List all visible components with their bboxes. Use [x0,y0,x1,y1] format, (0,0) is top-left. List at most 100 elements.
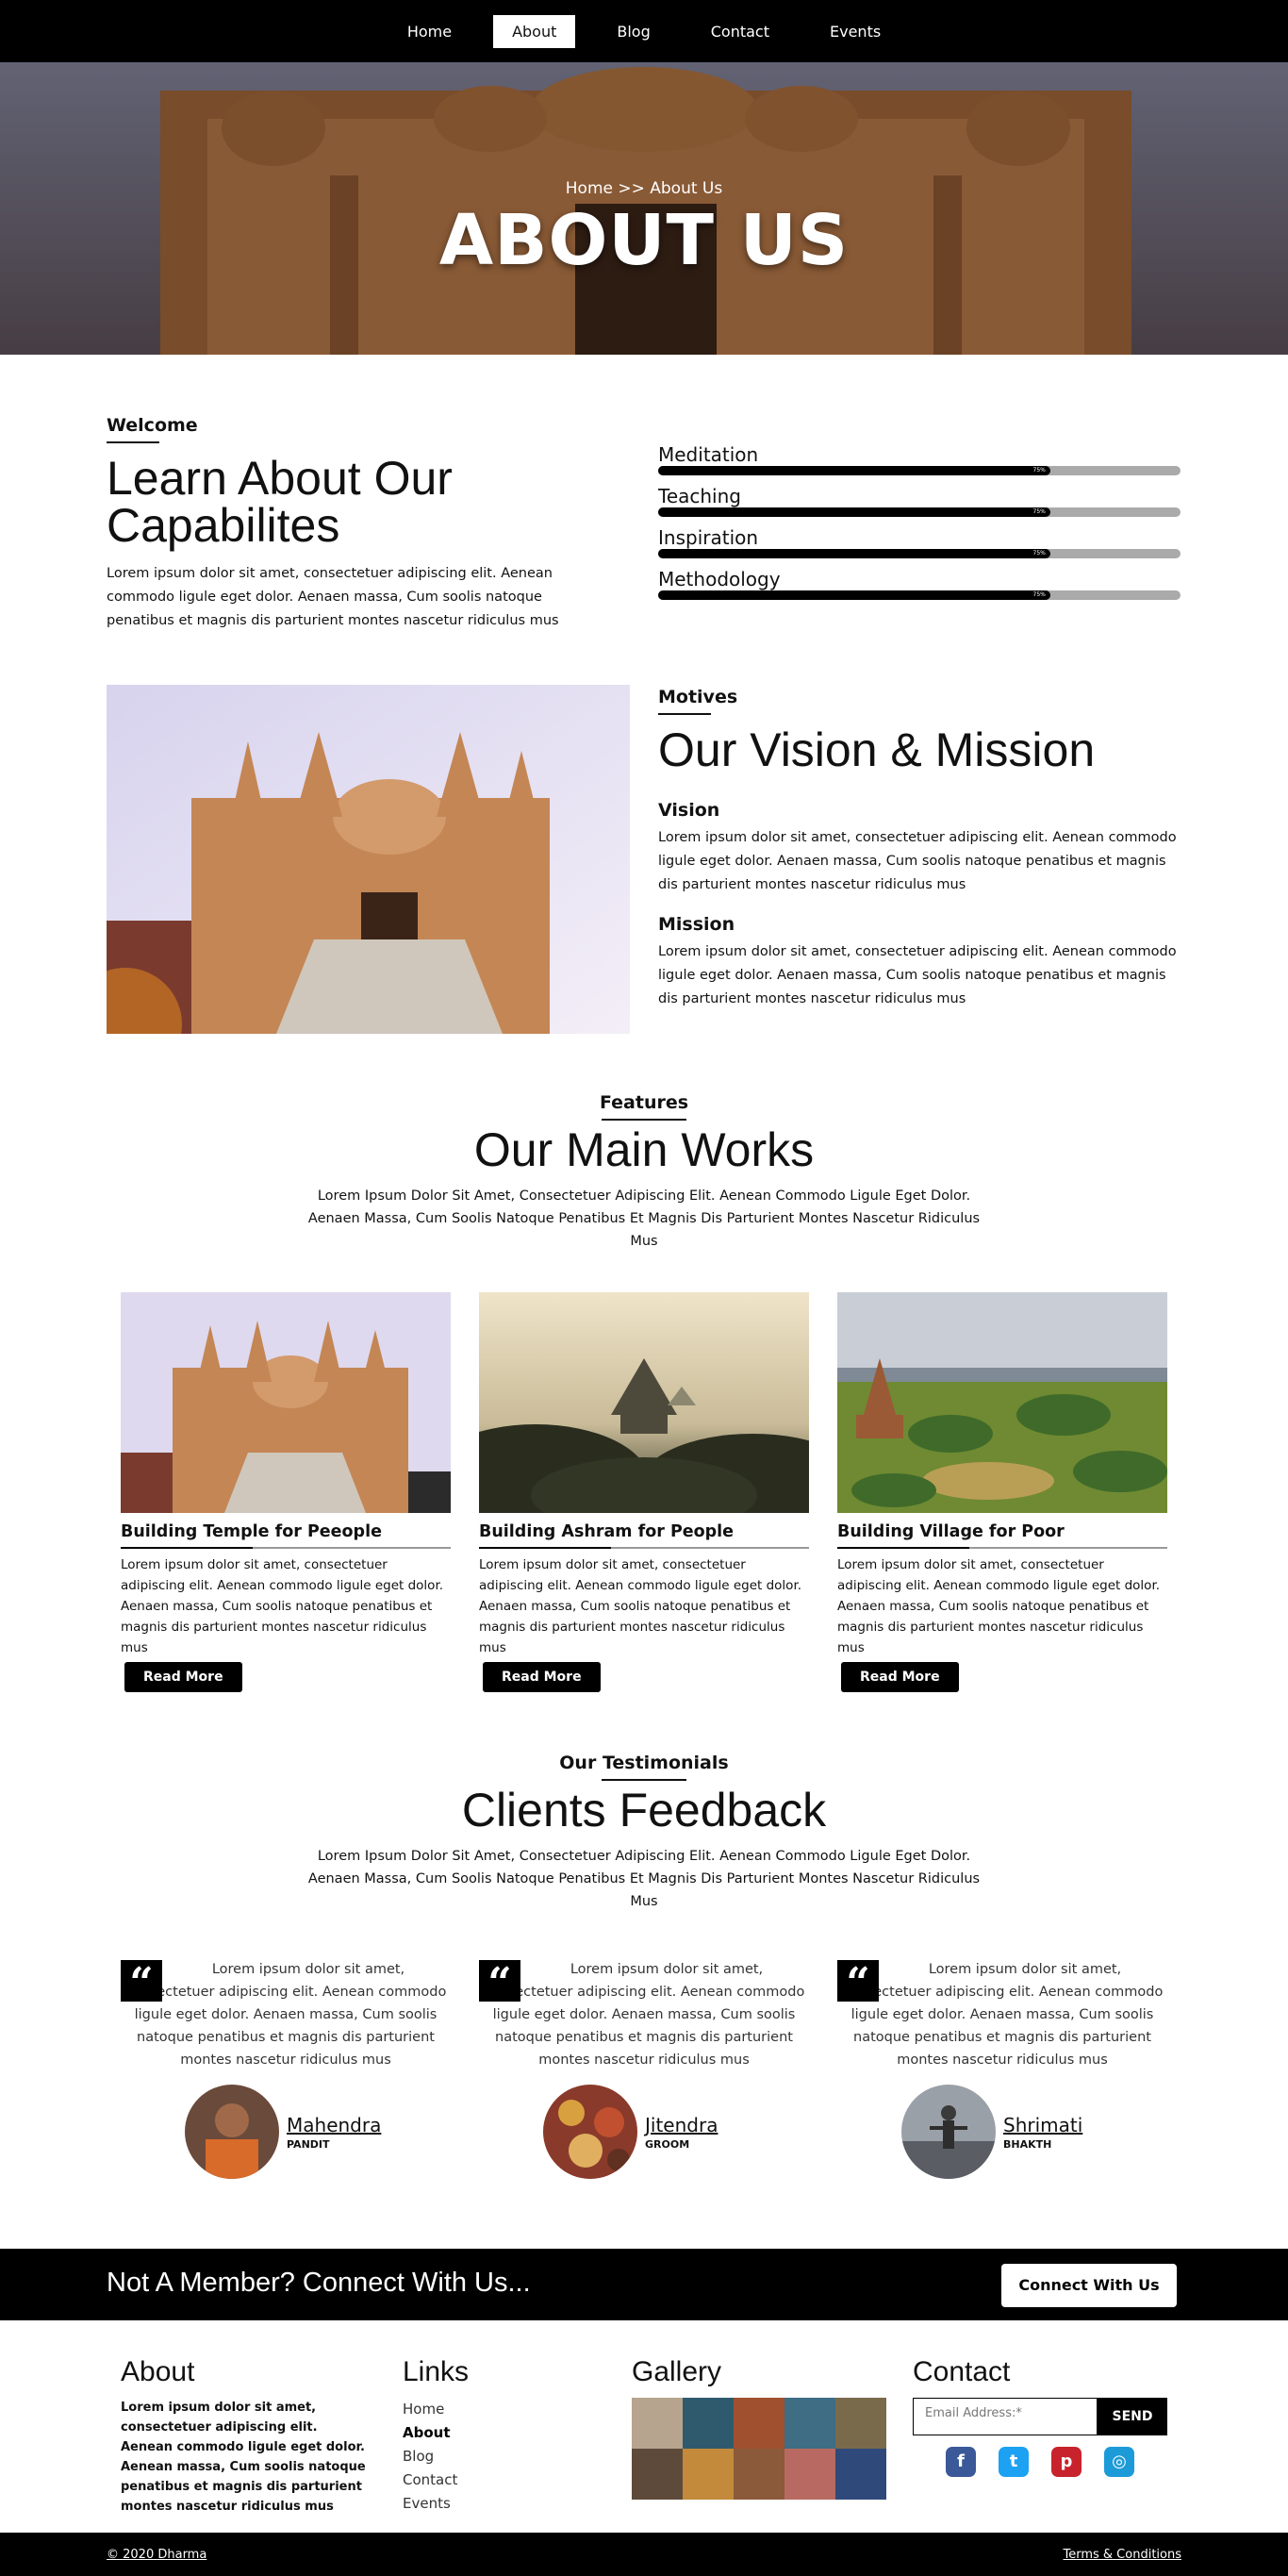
send-button[interactable]: SEND [1098,2398,1167,2435]
nav-home[interactable]: Home [388,15,471,48]
page-title: ABOUT US [438,200,850,281]
gallery-thumb[interactable] [835,2449,886,2500]
welcome-section: Welcome Learn About Our Capabilites Lore… [107,415,597,633]
read-more-button[interactable]: Read More [841,1662,959,1692]
motives-title: Our Vision & Mission [658,723,1096,776]
mission-text: Lorem ipsum dolor sit amet, consectetuer… [658,944,1177,1006]
read-more-button[interactable]: Read More [124,1662,242,1692]
gallery-thumb[interactable] [835,2398,886,2449]
testimonial-text: Lorem ipsum dolor sit amet, consectetuer… [841,1962,1164,2068]
footer-gallery-title: Gallery [632,2356,722,2387]
gallery-grid [632,2398,886,2500]
gallery-thumb[interactable] [632,2449,683,2500]
testimonial-role: PANDIT [287,2137,330,2151]
testimonial-person: Jitendra GROOM [543,2085,809,2179]
breadcrumb[interactable]: Home >> About Us [0,179,1288,198]
gallery-thumb[interactable] [632,2398,683,2449]
gallery-thumb[interactable] [784,2449,835,2500]
progress-bar: 75% [658,466,1181,475]
kicker-underline [658,713,711,715]
footer-about: About Lorem ipsum dolor sit amet, consec… [121,2356,366,2517]
card-underline [479,1547,809,1549]
footer-link-home[interactable]: Home [403,2398,553,2421]
footer-link-about[interactable]: About [403,2421,553,2445]
testimonials-kicker: Our Testimonials [559,1753,729,1773]
testimonial-cards: “ Lorem ipsum dolor sit amet, consectetu… [121,1958,1167,2179]
feature-card: Building Village for Poor Lorem ipsum do… [837,1292,1167,1692]
testimonials-header: Our Testimonials Clients Feedback Lorem … [0,1753,1288,1913]
avatar [185,2085,279,2179]
testimonial-name[interactable]: Mahendra [287,2114,381,2136]
progress-percent: 75% [1032,591,1046,598]
progress-bar: 75% [658,507,1181,517]
avatar [901,2085,996,2179]
footer: About Lorem ipsum dolor sit amet, consec… [0,2320,1288,2533]
card-text: Lorem ipsum dolor sit amet, consectetuer… [121,1557,444,1655]
nav-contact[interactable]: Contact [692,15,788,48]
testimonial-role: GROOM [645,2137,690,2151]
footer-contact: Contact Email Address:* SEND f t p ◎ [913,2356,1169,2477]
terms-link[interactable]: Terms & Conditions [1064,2548,1182,2562]
footer-about-text: Lorem ipsum dolor sit amet, consectetuer… [121,2401,366,2514]
footer-link-blog[interactable]: Blog [403,2445,553,2468]
gallery-thumb[interactable] [784,2398,835,2449]
skill-label: Methodology [658,568,781,590]
footer-link-list: Home About Blog Contact Events [403,2398,553,2516]
bottom-bar: © 2020 Dharma Terms & Conditions [0,2533,1288,2576]
testimonial-card: “ Lorem ipsum dolor sit amet, consectetu… [837,1958,1167,2179]
card-text: Lorem ipsum dolor sit amet, consectetuer… [837,1557,1161,1655]
nav-about[interactable]: About [493,14,576,48]
feature-card: Building Ashram for People Lorem ipsum d… [479,1292,809,1692]
facebook-icon[interactable]: f [946,2447,976,2477]
footer-link-contact[interactable]: Contact [403,2468,553,2492]
testimonials-lead: Lorem Ipsum Dolor Sit Amet, Consectetuer… [307,1849,981,1909]
copyright-link[interactable]: © 2020 Dharma [107,2548,206,2562]
connect-button[interactable]: Connect With Us [1001,2264,1177,2307]
social-links: f t p ◎ [946,2447,1169,2477]
features-title: Our Main Works [473,1123,815,1176]
kicker-underline [602,1119,686,1121]
pinterest-icon[interactable]: p [1051,2447,1082,2477]
gallery-thumb[interactable] [683,2398,734,2449]
footer-contact-title: Contact [913,2356,1011,2387]
feature-cards: Building Temple for Peeople Lorem ipsum … [121,1292,1167,1692]
instagram-icon[interactable]: ◎ [1104,2447,1134,2477]
testimonial-text: Lorem ipsum dolor sit amet, consectetuer… [483,1962,805,2068]
features-header: Features Our Main Works Lorem Ipsum Dolo… [0,1092,1288,1253]
card-image-village [837,1292,1167,1513]
progress-bar: 75% [658,590,1181,600]
nav-blog[interactable]: Blog [598,15,669,48]
testimonial-text: Lorem ipsum dolor sit amet, consectetuer… [124,1962,447,2068]
quote-icon: “ [837,1960,879,2007]
footer-about-title: About [121,2356,195,2387]
progress-bar: 75% [658,549,1181,558]
features-lead: Lorem Ipsum Dolor Sit Amet, Consectetuer… [307,1188,981,1249]
gallery-thumb[interactable] [683,2449,734,2500]
testimonials-title: Clients Feedback [461,1784,827,1836]
skill-label: Meditation [658,443,759,466]
skill-label: Inspiration [658,526,759,549]
testimonial-role: BHAKTH [1003,2137,1052,2151]
avatar [543,2085,637,2179]
skills-list: Meditation 75% Teaching 75% Inspiration … [658,443,1181,609]
gallery-thumb[interactable] [734,2398,784,2449]
vision-text: Lorem ipsum dolor sit amet, consectetuer… [658,830,1177,892]
twitter-icon[interactable]: t [999,2447,1029,2477]
read-more-button[interactable]: Read More [483,1662,601,1692]
mission-heading: Mission [658,914,735,935]
progress-fill [658,549,1050,558]
progress-fill [658,507,1050,517]
testimonial-card: “ Lorem ipsum dolor sit amet, consectetu… [121,1958,451,2179]
testimonial-person: Mahendra PANDIT [185,2085,451,2179]
welcome-kicker: Welcome [107,415,198,436]
nav-events[interactable]: Events [811,15,900,48]
kicker-underline [107,441,159,443]
email-input[interactable]: Email Address:* [913,2398,1098,2435]
testimonial-name[interactable]: Jitendra [645,2114,718,2136]
footer-link-events[interactable]: Events [403,2492,553,2516]
skill-methodology: Methodology 75% [658,568,1181,609]
progress-fill [658,466,1050,475]
gallery-thumb[interactable] [734,2449,784,2500]
skill-meditation: Meditation 75% [658,443,1181,485]
testimonial-name[interactable]: Shrimati [1003,2114,1082,2136]
